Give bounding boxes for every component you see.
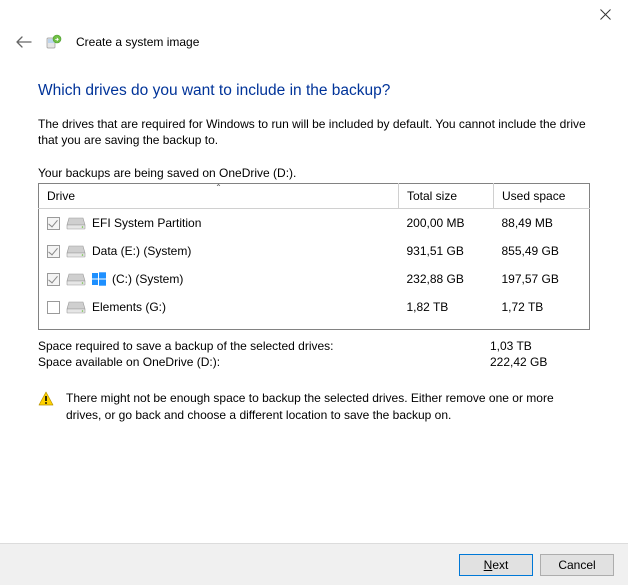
table-row[interactable]: EFI System Partition 200,00 MB88,49 MB (39, 209, 590, 238)
space-required-label: Space required to save a backup of the s… (38, 339, 334, 353)
page-heading: Which drives do you want to include in t… (38, 82, 590, 100)
close-icon (600, 9, 611, 20)
drive-name: EFI System Partition (92, 216, 201, 230)
column-header-total[interactable]: Total size (399, 184, 494, 209)
sort-indicator-icon: ⌃ (215, 183, 222, 192)
page-content: Which drives do you want to include in t… (0, 50, 628, 423)
drive-icon (66, 244, 86, 258)
column-header-drive-label: Drive (47, 189, 75, 203)
drive-total-size: 1,82 TB (399, 293, 494, 321)
drive-icon (66, 216, 86, 230)
drive-name: Data (E:) (System) (92, 244, 191, 258)
back-button[interactable] (16, 34, 32, 50)
cancel-button[interactable]: Cancel (540, 554, 614, 576)
drive-total-size: 931,51 GB (399, 237, 494, 265)
space-available-value: 222,42 GB (490, 355, 590, 369)
drive-total-size: 232,88 GB (399, 265, 494, 293)
wizard-header: Create a system image (0, 30, 628, 50)
drive-used-space: 197,57 GB (494, 265, 590, 293)
page-description: The drives that are required for Windows… (38, 116, 590, 148)
drives-table: Drive ⌃ Total size Used space EFI System… (38, 183, 590, 330)
drive-name: Elements (G:) (92, 300, 166, 314)
warning-icon (38, 391, 54, 407)
column-header-drive[interactable]: Drive ⌃ (39, 184, 399, 209)
space-available-label: Space available on OneDrive (D:): (38, 355, 220, 369)
table-row[interactable]: Elements (G:) 1,82 TB1,72 TB (39, 293, 590, 321)
warning-panel: There might not be enough space to backu… (38, 390, 590, 422)
back-arrow-icon (16, 36, 32, 48)
drive-icon (66, 272, 86, 286)
drive-name: (C:) (System) (112, 272, 183, 286)
drive-checkbox (47, 217, 60, 230)
drive-checkbox (47, 273, 60, 286)
drive-checkbox[interactable] (47, 301, 60, 314)
table-row[interactable]: (C:) (System) 232,88 GB197,57 GB (39, 265, 590, 293)
space-summary: Space required to save a backup of the s… (38, 338, 590, 370)
next-button-label: ext (492, 558, 508, 572)
space-required-value: 1,03 TB (490, 339, 590, 353)
drive-used-space: 88,49 MB (494, 209, 590, 238)
wizard-title: Create a system image (76, 35, 199, 49)
drive-used-space: 1,72 TB (494, 293, 590, 321)
system-image-icon (46, 34, 62, 50)
windows-logo-icon (92, 272, 106, 286)
drive-icon (66, 300, 86, 314)
table-row[interactable]: Data (E:) (System) 931,51 GB855,49 GB (39, 237, 590, 265)
close-button[interactable] (583, 0, 628, 28)
titlebar (0, 0, 628, 30)
drive-total-size: 200,00 MB (399, 209, 494, 238)
saved-on-text: Your backups are being saved on OneDrive… (38, 166, 590, 180)
wizard-footer: Next Cancel (0, 543, 628, 585)
drive-checkbox (47, 245, 60, 258)
drive-used-space: 855,49 GB (494, 237, 590, 265)
column-header-used[interactable]: Used space (494, 184, 590, 209)
next-button[interactable]: Next (459, 554, 533, 576)
warning-text: There might not be enough space to backu… (66, 390, 590, 422)
